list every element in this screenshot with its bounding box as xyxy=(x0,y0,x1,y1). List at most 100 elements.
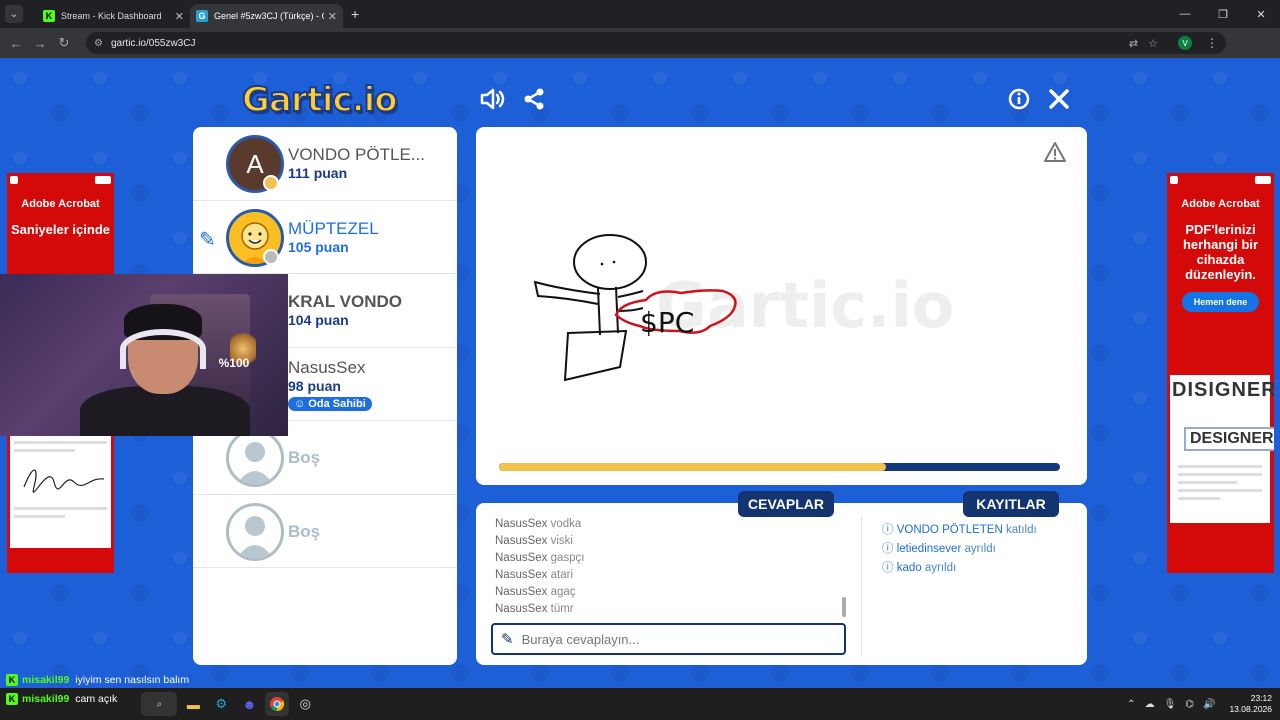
empty-slot-label: Boş xyxy=(288,448,321,467)
profile-avatar[interactable]: V xyxy=(1178,36,1192,50)
chat-username: misakil99 xyxy=(22,693,70,705)
designer-badge: DESIGNER xyxy=(1184,427,1274,451)
empty-slot-label: Boş xyxy=(288,521,321,541)
chat-username: misakil99 xyxy=(22,674,70,686)
chevron-up-icon[interactable]: ⌃ xyxy=(1127,699,1135,710)
ad-choices-icon[interactable] xyxy=(1255,176,1271,184)
info-icon[interactable] xyxy=(1008,88,1030,114)
stream-chat-message: K misakil99 iyiyim sen nasılsın balım xyxy=(6,673,189,687)
window-controls: — ❐ ✕ xyxy=(1166,0,1280,28)
discord-icon[interactable]: ☻ xyxy=(237,692,261,716)
list-item: NasusSex tümr xyxy=(495,603,574,615)
browser-tab-bar: ⌄ K Stream - Kick Dashboard ✕ G Genel #5… xyxy=(0,0,1280,28)
close-tab-icon[interactable]: ✕ xyxy=(328,10,337,23)
list-item: NasusSex vodka xyxy=(495,518,582,530)
player-row[interactable]: ✎ MÜPTEZEL 105 puan xyxy=(193,201,457,274)
volume-icon[interactable]: 🔊 xyxy=(1203,699,1215,710)
player-score: 111 puan xyxy=(288,165,348,181)
ad-cta-button[interactable]: Hemen dene xyxy=(1181,292,1260,312)
headset xyxy=(120,329,206,369)
obs-icon[interactable]: ◎ xyxy=(293,692,317,716)
minimize-icon[interactable]: — xyxy=(1166,0,1204,28)
pencil-icon: ✎ xyxy=(199,228,216,251)
bookmark-star-icon[interactable]: ☆ xyxy=(1148,37,1158,50)
file-explorer-icon[interactable]: ▬ xyxy=(181,692,205,716)
kick-icon: K xyxy=(6,674,18,686)
info-icon: ⓘ xyxy=(882,543,894,555)
ad-brand: Adobe Acrobat xyxy=(1181,198,1260,210)
person-icon xyxy=(237,442,273,484)
player-score: 105 puan xyxy=(288,238,349,255)
cloud-icon[interactable]: ☁ xyxy=(1145,699,1155,710)
share-icon[interactable] xyxy=(523,88,545,114)
player-name: NasusSex xyxy=(288,357,366,377)
search-pill[interactable]: ⌕ xyxy=(141,692,178,716)
chat-divider xyxy=(861,517,862,657)
list-item: NasusSex gaspçı xyxy=(495,552,585,564)
browser-menu-icon[interactable]: ⋮ xyxy=(1206,36,1218,50)
ad-document-image xyxy=(10,428,111,548)
gartic-logo[interactable]: Gartic.io xyxy=(241,79,399,121)
tab-search-button[interactable]: ⌄ xyxy=(5,5,23,23)
gartic-page: Gartic.io Adobe Acrobat Saniyeler içinde… xyxy=(0,58,1280,688)
maximize-icon[interactable]: ❐ xyxy=(1204,0,1242,28)
settings-icon[interactable]: ⚙ xyxy=(209,692,233,716)
translate-icon[interactable]: ⇄ xyxy=(1129,37,1138,50)
answers-list: NasusSex vodka NasusSex viski NasusSex g… xyxy=(495,518,845,620)
room-owner-badge: ☺ Oda Sahibi xyxy=(288,396,372,411)
tab-title: Stream - Kick Dashboard xyxy=(61,11,162,21)
new-tab-button[interactable]: + xyxy=(351,6,359,22)
close-window-icon[interactable]: ✕ xyxy=(1242,0,1280,28)
kick-icon: K xyxy=(43,10,55,22)
site-info-icon[interactable]: ⚙ xyxy=(94,38,103,49)
player-status-dot xyxy=(263,175,279,191)
empty-avatar xyxy=(226,502,284,561)
ad-choices-icon[interactable] xyxy=(95,176,111,184)
tab-answers[interactable]: CEVAPLAR xyxy=(738,491,834,517)
tv-screen-text: %100 xyxy=(218,356,250,370)
round-timer-bar xyxy=(499,463,1060,471)
empty-avatar xyxy=(226,429,284,487)
forward-icon[interactable]: → xyxy=(28,36,52,51)
tab-gartic[interactable]: G Genel #5zw3CJ (Türkçe) - Gartic ✕ xyxy=(190,4,343,28)
person-icon xyxy=(237,515,273,558)
windows-taskbar: K misakil99 cam açık ⌕ ▬ ⚙ ☻ ◎ ⌃ ☁ 🎙 ⌬ 🔊… xyxy=(0,688,1280,720)
stream-chat-message: K misakil99 cam açık xyxy=(6,692,117,706)
ad-headline: Saniyeler içinde xyxy=(11,222,110,237)
close-icon[interactable] xyxy=(1048,88,1070,114)
tab-title: Genel #5zw3CJ (Türkçe) - Gartic xyxy=(214,11,324,21)
ad-right[interactable]: Adobe Acrobat PDF'lerinizi herhangi bir … xyxy=(1167,173,1274,573)
network-icon[interactable]: ⌬ xyxy=(1185,699,1194,710)
address-bar-row: ← → ↻ ⚙ gartic.io/055zw3CJ ⇄ ☆ V ⋮ xyxy=(0,28,1280,58)
close-tab-icon[interactable]: ✕ xyxy=(175,10,184,23)
player-name: VONDO PÖTLE... xyxy=(288,145,425,164)
drawing-text: $PC xyxy=(640,306,694,339)
player-row[interactable]: A VONDO PÖTLE... 111 puan xyxy=(193,127,457,201)
kick-icon: K xyxy=(6,693,18,705)
logs-list: ⓘ VONDO PÖTLETEN katıldı ⓘ letiedinsever… xyxy=(882,521,1037,578)
player-name: MÜPTEZEL xyxy=(288,218,379,238)
back-icon[interactable]: ← xyxy=(4,36,28,51)
list-item: ⓘ kado ayrıldı xyxy=(882,562,957,574)
answer-input[interactable] xyxy=(521,631,822,647)
answer-input-box[interactable]: ✎ xyxy=(491,623,846,655)
tab-logs[interactable]: KAYITLAR xyxy=(963,491,1059,517)
pencil-icon: ✎ xyxy=(501,631,514,648)
clock[interactable]: 23:12 13.08.2026 xyxy=(1229,693,1272,715)
reload-icon[interactable]: ↻ xyxy=(52,35,76,51)
chrome-icon[interactable] xyxy=(265,692,290,716)
list-item: NasusSex agaç xyxy=(495,586,576,598)
list-item: NasusSex viski xyxy=(495,535,573,547)
url-field[interactable]: ⚙ gartic.io/055zw3CJ ⇄ ☆ V ⋮ xyxy=(86,32,1226,54)
drawing-canvas[interactable]: Gartic.io $PC xyxy=(476,127,1087,485)
player-status-dot xyxy=(263,248,279,265)
gartic-icon: G xyxy=(196,10,208,22)
answers-scrollbar[interactable] xyxy=(842,597,846,617)
sound-icon[interactable] xyxy=(480,88,506,114)
player-score: 104 puan xyxy=(288,312,349,328)
mic-icon[interactable]: 🎙 xyxy=(1164,699,1177,710)
chat-text: iyiyim sen nasılsın balım xyxy=(75,674,190,686)
drawing-sketch: Gartic.io $PC xyxy=(533,234,954,382)
tab-kick-dashboard[interactable]: K Stream - Kick Dashboard ✕ xyxy=(37,4,190,28)
chat-panel: CEVAPLAR KAYITLAR NasusSex vodka NasusSe… xyxy=(476,491,1087,665)
